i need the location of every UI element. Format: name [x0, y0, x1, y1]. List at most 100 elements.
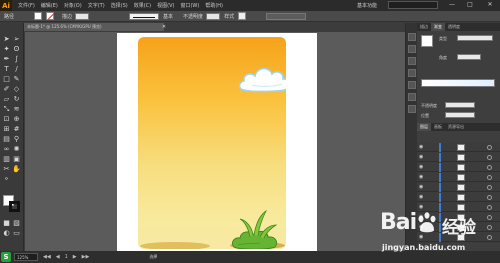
shaper-icon[interactable]: ◇: [12, 85, 21, 93]
variable-width-profile-dropdown[interactable]: [129, 12, 160, 20]
line-tool-icon[interactable]: /: [12, 65, 21, 73]
canvas-area[interactable]: [25, 32, 405, 251]
eye-icon[interactable]: ◉: [419, 174, 426, 180]
pen-tool-icon[interactable]: ✒: [2, 55, 11, 63]
gradient-slider[interactable]: [421, 79, 495, 87]
slice-tool-icon[interactable]: ✂: [2, 165, 11, 173]
last-artboard-button[interactable]: ▶▶: [82, 254, 90, 260]
document-close-icon[interactable]: ✕: [160, 23, 168, 31]
menu-select[interactable]: 选择(S): [111, 2, 128, 9]
eye-icon[interactable]: ◉: [419, 154, 426, 160]
magic-wand-icon[interactable]: ✦: [2, 45, 11, 53]
gradient-mode-icon[interactable]: ▧: [12, 219, 21, 227]
eye-icon[interactable]: ◉: [419, 194, 426, 200]
opacity-field[interactable]: [206, 12, 221, 20]
angle-field[interactable]: [457, 54, 481, 60]
grass-bush-illustration[interactable]: [230, 207, 280, 249]
width-tool-icon[interactable]: ≋: [12, 105, 21, 113]
mesh-icon[interactable]: #: [12, 125, 21, 133]
column-graph-icon[interactable]: ▥: [2, 155, 11, 163]
opacity-field[interactable]: [445, 102, 475, 108]
target-icon[interactable]: [487, 145, 492, 150]
color-mode-icon[interactable]: ■: [2, 219, 11, 227]
transform-panel-icon[interactable]: [408, 105, 416, 113]
type-tool-icon[interactable]: T: [2, 65, 11, 73]
tab-layers[interactable]: 图层: [417, 123, 431, 131]
menu-window[interactable]: 窗口(W): [180, 2, 199, 9]
paintbrush-icon[interactable]: ✎: [12, 75, 21, 83]
eye-icon[interactable]: ◉: [419, 184, 426, 190]
layer-row[interactable]: ◉: [417, 173, 500, 182]
color-panel-icon[interactable]: [408, 33, 416, 41]
minimize-button[interactable]: —: [446, 1, 458, 9]
menu-view[interactable]: 视图(V): [157, 2, 174, 9]
eraser-icon[interactable]: ▱: [2, 95, 11, 103]
scale-icon[interactable]: ⤡: [2, 105, 11, 113]
document-tab[interactable]: 未标题-1* @ 125.6% (CMYK/GPU 预览): [24, 23, 164, 31]
target-icon[interactable]: [487, 165, 492, 170]
appearance-panel-icon[interactable]: [408, 81, 416, 89]
workspace-switcher[interactable]: 基本功能: [357, 2, 377, 9]
eyedropper-icon[interactable]: ⚲: [12, 135, 21, 143]
artboard-number[interactable]: 1: [65, 254, 68, 260]
gradient-thumbnail[interactable]: [421, 35, 433, 47]
menu-object[interactable]: 对象(O): [64, 2, 82, 9]
target-icon[interactable]: [487, 175, 492, 180]
tab-artboards[interactable]: 画板: [431, 123, 445, 131]
stroke-color-swatch[interactable]: [46, 12, 55, 20]
next-artboard-button[interactable]: ▶: [73, 254, 77, 260]
rectangle-tool-icon[interactable]: □: [2, 75, 11, 83]
layer-row[interactable]: ◉: [417, 143, 500, 152]
cloud-illustration[interactable]: [238, 60, 286, 96]
artboard-tool-icon[interactable]: ▣: [12, 155, 21, 163]
gradient-tool-icon[interactable]: ▤: [2, 135, 11, 143]
lasso-icon[interactable]: ʘ: [12, 45, 21, 53]
zoom-tool-icon[interactable]: ⚬: [2, 175, 11, 183]
first-artboard-button[interactable]: ◀◀: [43, 254, 51, 260]
eye-icon[interactable]: ◉: [419, 164, 426, 170]
menu-effect[interactable]: 效果(C): [134, 2, 151, 9]
align-controls[interactable]: [266, 12, 307, 20]
maximize-button[interactable]: □: [464, 1, 476, 9]
location-field[interactable]: [445, 112, 475, 118]
direct-selection-tool-icon[interactable]: ➢: [12, 35, 21, 43]
rotate-icon[interactable]: ↻: [12, 95, 21, 103]
curvature-tool-icon[interactable]: ∫: [12, 55, 21, 63]
align-panel-icon[interactable]: [408, 93, 416, 101]
target-icon[interactable]: [487, 185, 492, 190]
previous-artboard-button[interactable]: ◀: [56, 254, 60, 260]
gradient-type-dropdown[interactable]: [457, 35, 493, 41]
shape-builder-icon[interactable]: ⊕: [12, 115, 21, 123]
stroke-weight-field[interactable]: [75, 12, 90, 20]
target-icon[interactable]: [487, 155, 492, 160]
menu-help[interactable]: 帮助(H): [205, 2, 223, 9]
sky-background[interactable]: [138, 37, 286, 249]
tab-gradient[interactable]: 渐变: [431, 23, 445, 31]
layer-row[interactable]: ◉: [417, 183, 500, 192]
symbol-sprayer-icon[interactable]: ✺: [12, 145, 21, 153]
hand-tool-icon[interactable]: ✋: [12, 165, 21, 173]
layer-row[interactable]: ◉: [417, 153, 500, 162]
search-input[interactable]: [388, 1, 438, 9]
swatches-panel-icon[interactable]: [408, 45, 416, 53]
fill-stroke-selector[interactable]: [3, 195, 21, 213]
graphic-style-swatch[interactable]: [238, 12, 247, 20]
target-icon[interactable]: [487, 195, 492, 200]
zoom-field[interactable]: 125%: [14, 253, 38, 261]
tab-asset-export[interactable]: 资源导出: [445, 123, 467, 131]
menu-edit[interactable]: 编辑(E): [41, 2, 58, 9]
artboard[interactable]: [117, 33, 317, 251]
blend-tool-icon[interactable]: ∞: [2, 145, 11, 153]
close-button[interactable]: ✕: [484, 1, 496, 9]
tab-transparency[interactable]: 透明度: [445, 23, 463, 31]
selection-tool-icon[interactable]: ➤: [2, 35, 11, 43]
layer-row[interactable]: ◉: [417, 163, 500, 172]
fill-color-swatch[interactable]: [34, 12, 43, 20]
eye-icon[interactable]: ◉: [419, 144, 426, 150]
tab-stroke[interactable]: 描边: [417, 23, 431, 31]
layer-row[interactable]: ◉: [417, 193, 500, 202]
symbols-panel-icon[interactable]: [408, 69, 416, 77]
brushes-panel-icon[interactable]: [408, 57, 416, 65]
menu-file[interactable]: 文件(F): [18, 2, 35, 9]
draw-mode-icon[interactable]: ◐: [2, 229, 11, 237]
